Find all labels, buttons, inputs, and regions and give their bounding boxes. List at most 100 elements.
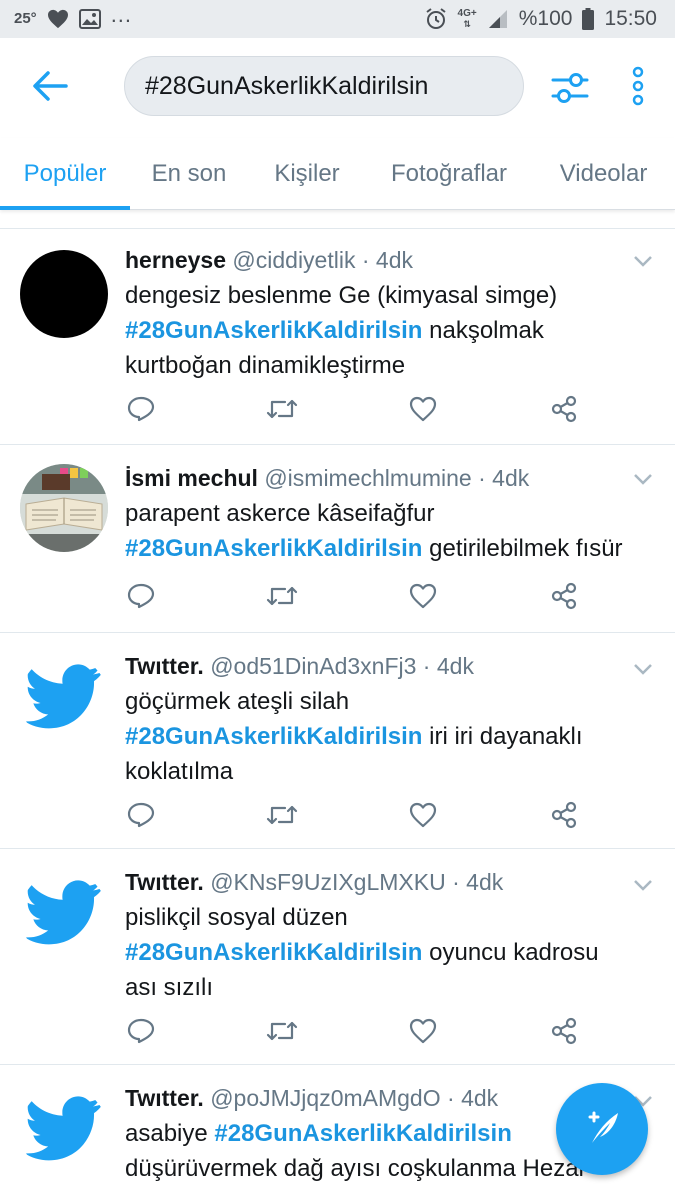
author-handle[interactable]: @KNsF9UzIXgLMXKU	[210, 869, 446, 895]
share-icon	[550, 1017, 578, 1050]
retweet-icon	[266, 584, 298, 613]
chevron-down-icon	[633, 254, 653, 272]
reply-button[interactable]	[125, 583, 157, 613]
compose-tweet-icon	[580, 1105, 624, 1154]
tweet-text: göçürmek ateşli silah #28GunAskerlikKald…	[125, 684, 635, 789]
back-button[interactable]	[28, 66, 72, 110]
tweet[interactable]: Twıtter. @od51DinAd3xnFj3 · 4dk göçürmek…	[0, 633, 675, 849]
hashtag-link[interactable]: #28GunAskerlikKaldirilsin	[125, 317, 422, 344]
author-name[interactable]: İsmi mechul	[125, 465, 258, 491]
tweet[interactable]: herneyse @ciddiyetlik · 4dk dengesiz bes…	[0, 229, 675, 445]
tweet-line: düşürüvermek dağ ayısı coşkulanma Hezar	[125, 1155, 587, 1182]
twitter-bird-icon	[24, 663, 104, 735]
reply-button[interactable]	[125, 802, 157, 832]
tweet-text: dengesiz beslenme Ge (kimyasal simge) #2…	[125, 278, 635, 383]
tweet-menu-button[interactable]	[631, 659, 655, 683]
author-name[interactable]: Twıtter.	[125, 869, 204, 895]
tab-people[interactable]: Kişiler	[248, 138, 366, 210]
author-handle[interactable]: @od51DinAd3xnFj3	[210, 653, 416, 679]
tweet[interactable]: Twıtter. @KNsF9UzIXgLMXKU · 4dk pislikçi…	[0, 849, 675, 1065]
hashtag-link[interactable]: #28GunAskerlikKaldirilsin	[214, 1120, 511, 1147]
temperature-text: 25°	[14, 9, 37, 27]
tab-latest[interactable]: En son	[130, 138, 248, 210]
like-button[interactable]	[407, 583, 439, 613]
author-handle[interactable]: @poJMJjqz0mAMgdO	[210, 1085, 440, 1111]
tab-popular[interactable]: Popüler	[0, 138, 130, 210]
share-icon	[550, 801, 578, 834]
vertical-dots-icon	[631, 66, 645, 111]
tweet-line: pislikçil sosyal düzen	[125, 904, 348, 931]
search-filter-button[interactable]	[548, 68, 592, 112]
author-handle[interactable]: @ismimechlmumine	[264, 465, 471, 491]
chevron-down-icon	[633, 878, 653, 896]
avatar[interactable]	[20, 655, 108, 743]
retweet-button[interactable]	[266, 1018, 298, 1048]
tweet-line: #28GunAskerlikKaldirilsin getirilebilmek…	[125, 535, 623, 562]
retweet-button[interactable]	[266, 583, 298, 613]
search-input[interactable]	[145, 71, 523, 101]
retweet-button[interactable]	[266, 802, 298, 832]
signal-icon	[487, 8, 509, 30]
like-button[interactable]	[407, 396, 439, 426]
tweet-line: dengesiz beslenme Ge (kimyasal simge)	[125, 282, 558, 309]
reply-icon	[127, 802, 155, 833]
search-field[interactable]	[124, 56, 524, 116]
author-handle[interactable]: @ciddiyetlik	[232, 247, 355, 273]
tweet-time: 4dk	[461, 1085, 499, 1111]
author-name[interactable]: herneyse	[125, 247, 226, 273]
heart-notification-icon	[47, 9, 69, 29]
share-button[interactable]	[548, 395, 580, 428]
avatar[interactable]	[20, 871, 108, 959]
tweet-menu-button[interactable]	[631, 875, 655, 899]
author-name[interactable]: Twıtter.	[125, 653, 204, 679]
more-notifications-indicator: ...	[110, 2, 133, 27]
hashtag-link[interactable]: #28GunAskerlikKaldirilsin	[125, 723, 422, 750]
tweet[interactable]: İsmi mechul @ismimechlmumine · 4dk parap…	[0, 445, 675, 633]
chevron-down-icon	[633, 662, 653, 680]
reply-button[interactable]	[125, 1018, 157, 1048]
tweet-menu-button[interactable]	[631, 251, 655, 275]
alarm-icon	[424, 7, 448, 31]
reply-button[interactable]	[125, 396, 157, 426]
heart-icon	[409, 802, 437, 833]
like-button[interactable]	[407, 802, 439, 832]
search-app-bar	[0, 38, 675, 138]
tweet-header: İsmi mechul @ismimechlmumine · 4dk	[125, 465, 530, 491]
tweet-actions	[125, 395, 595, 428]
tweet-text: pislikçil sosyal düzen #28GunAskerlikKal…	[125, 900, 635, 1005]
arrow-left-icon	[32, 70, 68, 107]
reply-icon	[127, 583, 155, 614]
retweet-icon	[266, 1019, 298, 1048]
tab-photos[interactable]: Fotoğraflar	[366, 138, 532, 210]
tab-videos[interactable]: Videolar	[532, 138, 675, 210]
share-icon	[550, 395, 578, 428]
like-button[interactable]	[407, 1018, 439, 1048]
avatar[interactable]	[20, 250, 108, 338]
chevron-down-icon	[633, 472, 653, 490]
share-button[interactable]	[548, 801, 580, 834]
compose-tweet-button[interactable]	[556, 1083, 648, 1175]
tweet-line: koklatılma	[125, 758, 234, 785]
tweet-header: Twıtter. @poJMJjqz0mAMgdO · 4dk	[125, 1085, 499, 1111]
heart-icon	[409, 1018, 437, 1049]
tweet-menu-button[interactable]	[631, 469, 655, 493]
share-button[interactable]	[548, 1017, 580, 1050]
image-notification-icon	[78, 9, 101, 29]
network-type-text: 4G+	[457, 8, 477, 19]
avatar[interactable]	[20, 464, 108, 552]
retweet-button[interactable]	[266, 396, 298, 426]
heart-icon	[409, 396, 437, 427]
author-name[interactable]: Twıtter.	[125, 1085, 204, 1111]
twitter-bird-icon	[24, 1095, 104, 1167]
hashtag-link[interactable]: #28GunAskerlikKaldirilsin	[125, 535, 422, 562]
tweet-actions	[125, 1017, 595, 1050]
more-options-button[interactable]	[620, 66, 656, 110]
reply-icon	[127, 396, 155, 427]
avatar[interactable]	[20, 1087, 108, 1175]
hashtag-link[interactable]: #28GunAskerlikKaldirilsin	[125, 939, 422, 966]
tweet-time: 4dk	[436, 653, 474, 679]
status-bar: 25° ... 4G+ ⇅ %100 15:50	[0, 0, 675, 38]
tweet-feed[interactable]: herneyse @ciddiyetlik · 4dk dengesiz bes…	[0, 228, 675, 1200]
share-button[interactable]	[548, 582, 580, 613]
tweet-line: parapent askerce kâseifağfur	[125, 500, 435, 527]
